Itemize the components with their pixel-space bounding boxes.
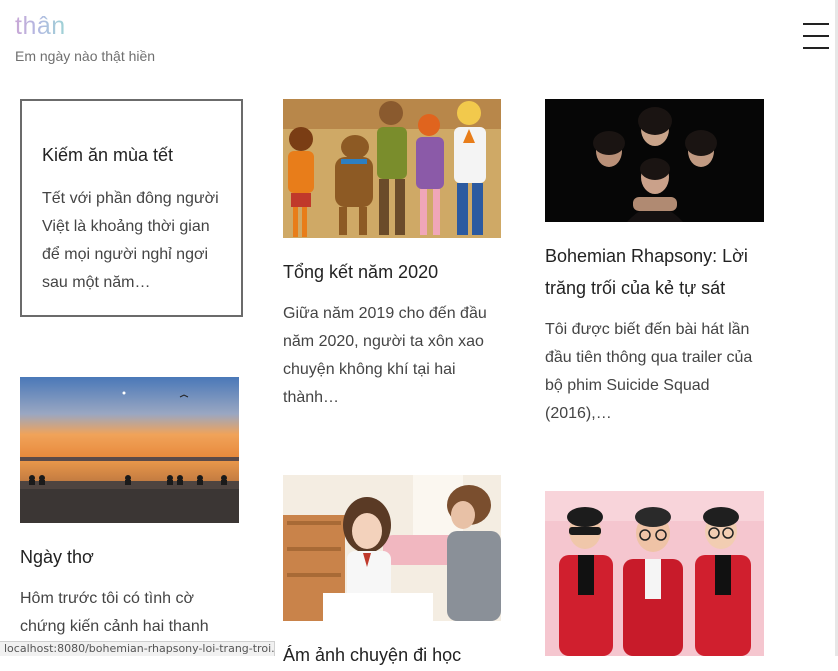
post-title[interactable]: Kiếm ăn mùa tết: [42, 139, 221, 171]
post-excerpt: Tết với phần đông người Việt là khoảng t…: [42, 190, 219, 291]
post-thumbnail-lake-sunset[interactable]: [20, 377, 239, 523]
post-card[interactable]: Ngày thơ Hôm trước tôi có tình cờ chứng …: [20, 377, 242, 641]
post-card[interactable]: Bohemian Rhapsony: Lời trăng trối của kẻ…: [545, 99, 765, 428]
post-thumbnail-cartoon-gang[interactable]: [283, 99, 501, 238]
post-excerpt: Giữa năm 2019 cho đến đầu năm 2020, ngườ…: [283, 305, 487, 406]
post-card[interactable]: Tổng kết năm 2020 Giữa năm 2019 cho đến …: [283, 99, 503, 412]
browser-status-url: localhost:8080/bohemian-rhapsony-loi-tra…: [0, 641, 275, 656]
post-thumbnail-band-portrait[interactable]: [545, 99, 764, 222]
site-description: Em ngày nào thật hiền: [15, 48, 156, 64]
hamburger-menu-icon[interactable]: [803, 23, 829, 51]
post-title[interactable]: Ngày thơ: [20, 541, 242, 573]
post-card[interactable]: Kiếm ăn mùa tết Tết với phần đông người …: [20, 99, 243, 317]
post-card[interactable]: [545, 491, 765, 656]
post-title[interactable]: Ám ảnh chuyện đi học: [283, 639, 503, 671]
post-title[interactable]: Bohemian Rhapsony: Lời trăng trối của kẻ…: [545, 240, 765, 304]
post-title[interactable]: Tổng kết năm 2020: [283, 256, 503, 288]
post-thumbnail-trio-red-suits[interactable]: [545, 491, 764, 656]
post-excerpt: Tôi được biết đến bài hát lần đầu tiên t…: [545, 321, 753, 422]
post-excerpt: Hôm trước tôi có tình cờ chứng kiến cảnh…: [20, 590, 209, 635]
site-title[interactable]: thân: [15, 12, 66, 41]
post-card[interactable]: Ám ảnh chuyện đi học: [283, 475, 503, 671]
post-thumbnail-student-tutor[interactable]: [283, 475, 501, 621]
